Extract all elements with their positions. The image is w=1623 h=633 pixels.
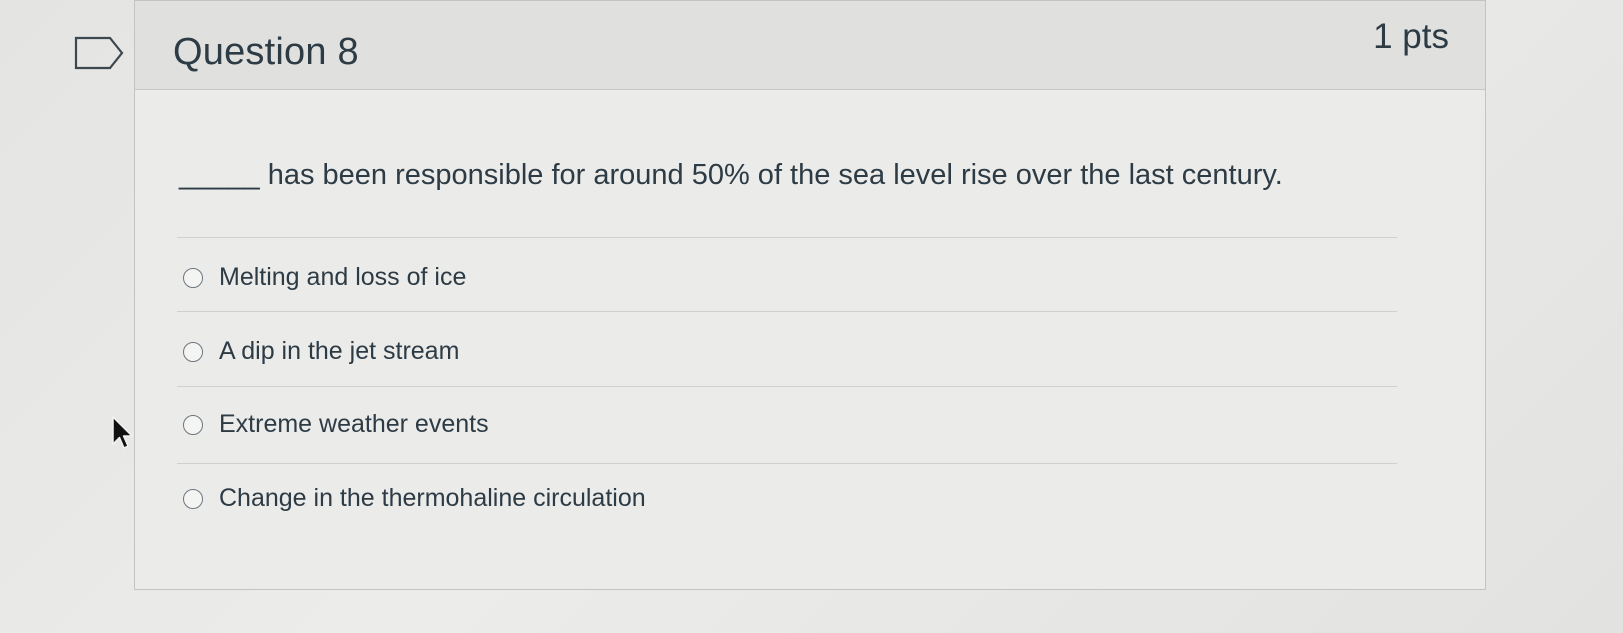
radio-button[interactable] [183, 267, 203, 288]
mouse-pointer-icon [112, 416, 133, 449]
divider [177, 237, 1397, 238]
divider [177, 311, 1397, 312]
question-points: 1 pts [1373, 17, 1449, 56]
answer-label: Change in the thermohaline circulation [219, 484, 646, 512]
flag-question-icon[interactable] [74, 36, 124, 70]
answer-option-1[interactable]: Melting and loss of ice [183, 263, 466, 292]
question-title: Question 8 [173, 31, 359, 73]
radio-button[interactable] [183, 414, 203, 435]
answer-option-3[interactable]: Extreme weather events [183, 410, 489, 439]
radio-button[interactable] [183, 488, 203, 509]
answer-option-2[interactable]: A dip in the jet stream [183, 337, 459, 366]
divider [177, 463, 1397, 464]
radio-button[interactable] [183, 341, 203, 362]
question-header: Question 8 1 pts [135, 1, 1485, 90]
answer-label: A dip in the jet stream [219, 337, 460, 365]
answer-label: Melting and loss of ice [219, 263, 467, 291]
answer-option-4[interactable]: Change in the thermohaline circulation [183, 484, 646, 513]
answer-label: Extreme weather events [219, 410, 489, 438]
question-card: Question 8 1 pts _____ has been responsi… [134, 0, 1486, 590]
divider [177, 386, 1397, 387]
question-text: _____ has been responsible for around 50… [179, 159, 1283, 191]
